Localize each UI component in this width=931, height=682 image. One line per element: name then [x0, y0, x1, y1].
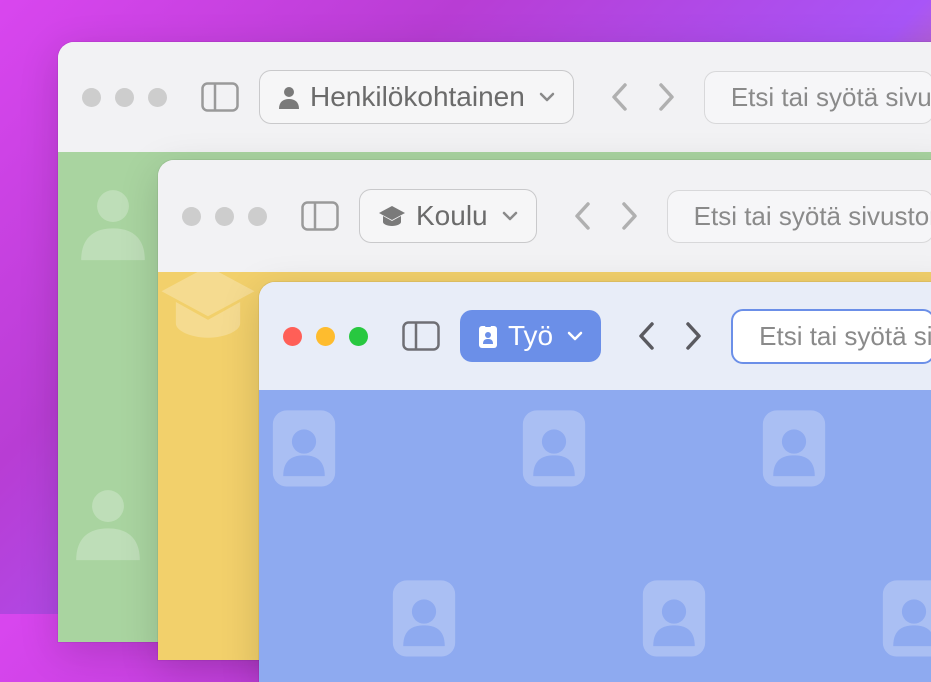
- forward-button[interactable]: [685, 321, 703, 351]
- person-icon: [278, 85, 300, 109]
- navigation-arrows: [573, 201, 639, 231]
- sidebar-toggle-button[interactable]: [299, 198, 341, 234]
- navigation-arrows: [610, 82, 676, 112]
- minimize-button[interactable]: [316, 327, 335, 346]
- badge-bg-icon: [269, 400, 339, 490]
- search-placeholder: Etsi tai syötä sivuston osoite: [759, 321, 931, 352]
- toolbar: Henkilökohtainen Etsi tai syötä sivuston…: [58, 42, 931, 152]
- badge-bg-icon: [519, 400, 589, 490]
- maximize-button[interactable]: [248, 207, 267, 226]
- profile-selector[interactable]: Henkilökohtainen: [259, 70, 574, 124]
- back-button[interactable]: [637, 321, 655, 351]
- safari-window-work: Työ Etsi tai syötä sivuston osoite: [259, 282, 931, 682]
- traffic-lights: [182, 207, 267, 226]
- badge-bg-icon: [759, 400, 829, 490]
- chevron-down-icon: [502, 211, 518, 221]
- badge-bg-icon: [639, 570, 709, 660]
- close-button[interactable]: [182, 207, 201, 226]
- sidebar-icon: [301, 201, 339, 231]
- traffic-lights: [283, 327, 368, 346]
- forward-button[interactable]: [658, 82, 676, 112]
- minimize-button[interactable]: [115, 88, 134, 107]
- profile-selector[interactable]: Työ: [460, 310, 601, 362]
- profile-label: Koulu: [416, 200, 488, 232]
- profile-label: Työ: [508, 320, 553, 352]
- close-button[interactable]: [283, 327, 302, 346]
- maximize-button[interactable]: [349, 327, 368, 346]
- content-area: [259, 390, 931, 682]
- traffic-lights: [82, 88, 167, 107]
- sidebar-toggle-button[interactable]: [199, 79, 241, 115]
- chevron-down-icon: [567, 331, 583, 341]
- search-placeholder: Etsi tai syötä sivuston osoite: [731, 82, 931, 113]
- graduation-cap-bg-icon: [158, 272, 258, 342]
- sidebar-icon: [402, 321, 440, 351]
- search-placeholder: Etsi tai syötä sivuston osoite: [694, 201, 931, 232]
- forward-button[interactable]: [621, 201, 639, 231]
- person-bg-icon: [73, 482, 143, 562]
- chevron-down-icon: [539, 92, 555, 102]
- graduation-cap-icon: [378, 205, 406, 227]
- search-field[interactable]: Etsi tai syötä sivuston osoite: [704, 71, 931, 124]
- toolbar: Työ Etsi tai syötä sivuston osoite: [259, 282, 931, 390]
- minimize-button[interactable]: [215, 207, 234, 226]
- badge-bg-icon: [389, 570, 459, 660]
- navigation-arrows: [637, 321, 703, 351]
- toolbar: Koulu Etsi tai syötä sivuston osoite: [158, 160, 931, 272]
- badge-icon: [478, 323, 498, 349]
- maximize-button[interactable]: [148, 88, 167, 107]
- badge-bg-icon: [879, 570, 931, 660]
- profile-label: Henkilökohtainen: [310, 81, 525, 113]
- sidebar-toggle-button[interactable]: [400, 318, 442, 354]
- profile-selector[interactable]: Koulu: [359, 189, 537, 243]
- close-button[interactable]: [82, 88, 101, 107]
- person-bg-icon: [78, 182, 148, 262]
- search-field[interactable]: Etsi tai syötä sivuston osoite: [667, 190, 931, 243]
- back-button[interactable]: [573, 201, 591, 231]
- back-button[interactable]: [610, 82, 628, 112]
- sidebar-icon: [201, 82, 239, 112]
- search-field[interactable]: Etsi tai syötä sivuston osoite: [731, 309, 931, 364]
